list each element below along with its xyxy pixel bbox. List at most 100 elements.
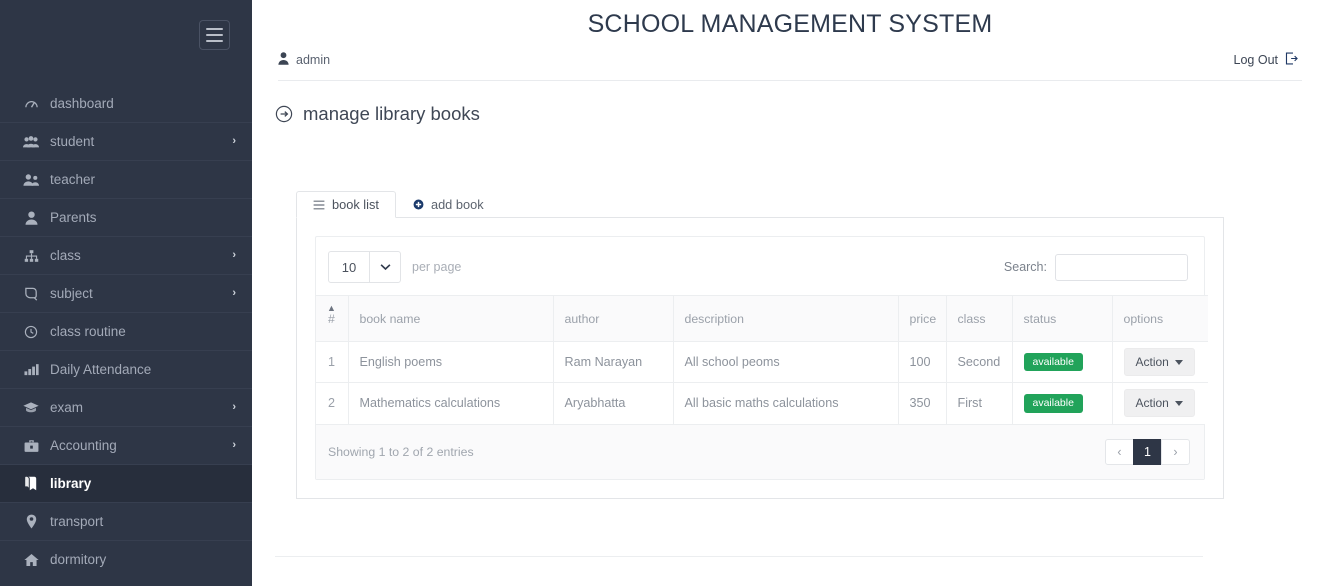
sidebar-item-daily-attendance[interactable]: Daily Attendance [0, 350, 252, 388]
sidebar-item-label: teacher [50, 172, 96, 187]
sidebar-item-teacher[interactable]: teacher [0, 160, 252, 198]
sidebar-item-label: transport [50, 514, 104, 529]
logout-button[interactable]: Log Out [1234, 52, 1298, 68]
status-badge: available [1023, 352, 1083, 372]
column-header-label: price [909, 311, 937, 326]
cell-price: 100 [898, 341, 947, 383]
column-header-class[interactable]: class [946, 295, 1013, 342]
datatable-toolbar: 10 per page Search: [316, 237, 1204, 295]
sidebar-item-label: student [50, 134, 95, 149]
dashboard-gauge-icon [20, 96, 42, 111]
table-header-row: ▲ # book name author description price c… [316, 295, 1208, 342]
cell-status: available [1012, 382, 1113, 424]
sidebar-item-class-routine[interactable]: class routine [0, 312, 252, 350]
action-dropdown-button[interactable]: Action [1123, 348, 1195, 376]
briefcase-icon [20, 439, 42, 453]
current-user[interactable]: admin [278, 52, 330, 68]
datatable: 10 per page Search: ▲ # book name author… [315, 236, 1208, 480]
table-body: 1 English poems Ram Narayan All school p… [316, 341, 1208, 424]
sidebar-item-label: subject [50, 286, 93, 301]
hamburger-icon[interactable] [199, 20, 230, 50]
action-dropdown-button[interactable]: Action [1123, 389, 1195, 418]
search-control: Search: [1003, 253, 1188, 281]
bookmark-tag-icon [20, 286, 42, 301]
cell-description: All school peoms [673, 341, 899, 383]
column-header-label: description [684, 311, 744, 326]
tab-bar: book list add book [296, 191, 1224, 218]
chevron-right-icon: › [232, 401, 236, 413]
chevron-right-icon: › [232, 287, 236, 299]
sign-out-icon [1285, 52, 1298, 68]
status-badge: available [1023, 394, 1083, 413]
cell-num: 1 [316, 341, 349, 383]
pagination-next[interactable]: › [1161, 438, 1190, 465]
cell-price: 350 [898, 382, 947, 424]
chevron-down-icon [369, 252, 400, 282]
list-icon [313, 200, 325, 210]
table-row: 2 Mathematics calculations Aryabhatta Al… [316, 382, 1208, 424]
sidebar-item-class[interactable]: class › [0, 236, 252, 274]
cell-author: Aryabhatta [553, 382, 674, 424]
tab-book-list[interactable]: book list [296, 191, 396, 218]
students-group-icon [20, 135, 42, 149]
per-page-select[interactable]: 10 [328, 251, 401, 283]
hamburger-bar [206, 40, 223, 42]
tab-panel: book list add book 10 per page Search: ▲… [296, 191, 1224, 499]
sidebar-item-accounting[interactable]: Accounting › [0, 426, 252, 464]
map-marker-icon [20, 514, 42, 529]
sidebar-item-transport[interactable]: transport [0, 502, 252, 540]
sitemap-icon [20, 249, 42, 263]
column-header-label: class [957, 311, 986, 326]
column-header-price[interactable]: price [898, 295, 947, 342]
sidebar-item-subject[interactable]: subject › [0, 274, 252, 312]
column-header-label: # [328, 311, 335, 326]
pagination-prev[interactable]: ‹ [1105, 438, 1134, 465]
search-label: Search: [1003, 260, 1047, 274]
column-header-options[interactable]: options [1112, 295, 1208, 342]
tab-add-book[interactable]: add book [396, 191, 501, 218]
per-page-control: 10 per page [328, 251, 461, 283]
page-title: manage library books [303, 103, 480, 124]
hamburger-bar [206, 34, 223, 36]
sort-ascending-icon: ▲ [327, 303, 336, 313]
book-list-panel: 10 per page Search: ▲ # book name author… [296, 217, 1224, 499]
sidebar-item-library[interactable]: library [0, 464, 252, 502]
action-button-label: Action [1135, 355, 1169, 369]
entries-info: Showing 1 to 2 of 2 entries [328, 444, 474, 459]
page-header: manage library books [252, 81, 1328, 125]
column-header-status[interactable]: status [1012, 295, 1113, 342]
cell-num: 2 [316, 382, 349, 424]
sidebar-item-exam[interactable]: exam › [0, 388, 252, 426]
tab-label: book list [332, 197, 379, 212]
column-header-label: author [564, 311, 600, 326]
table-row: 1 English poems Ram Narayan All school p… [316, 341, 1208, 383]
column-header-description[interactable]: description [673, 295, 899, 342]
clock-icon [20, 325, 42, 339]
home-icon [20, 553, 42, 567]
logout-label: Log Out [1233, 53, 1278, 67]
column-header-num[interactable]: ▲ # [316, 295, 349, 342]
column-header-author[interactable]: author [553, 295, 674, 342]
book-icon [20, 476, 42, 491]
sidebar-item-student[interactable]: student › [0, 122, 252, 160]
sidebar-item-dormitory[interactable]: dormitory [0, 540, 252, 578]
hamburger-bar [206, 28, 223, 30]
sidebar-item-label: dormitory [50, 552, 107, 567]
cell-status: available [1012, 341, 1113, 383]
sidebar-item-parents[interactable]: Parents [0, 198, 252, 236]
pagination: ‹ 1 › [1105, 438, 1190, 465]
pagination-page-1[interactable]: 1 [1133, 438, 1162, 465]
main-content: SCHOOL MANAGEMENT SYSTEM admin Log Out m… [252, 0, 1328, 586]
sidebar-item-dashboard[interactable]: dashboard [0, 84, 252, 122]
arrow-circle-right-icon [275, 105, 293, 123]
caret-down-icon [1174, 359, 1183, 365]
cell-options: Action [1112, 341, 1208, 383]
sidebar-item-label: class routine [50, 324, 126, 339]
column-header-book-name[interactable]: book name [348, 295, 554, 342]
app-root: dashboard student › teacher Parents clas… [0, 0, 1328, 586]
user-name: admin [296, 53, 331, 67]
graduation-cap-icon [20, 401, 42, 414]
search-input[interactable] [1055, 253, 1188, 281]
sidebar-item-label: library [50, 476, 92, 491]
sidebar-item-label: dashboard [50, 95, 114, 111]
